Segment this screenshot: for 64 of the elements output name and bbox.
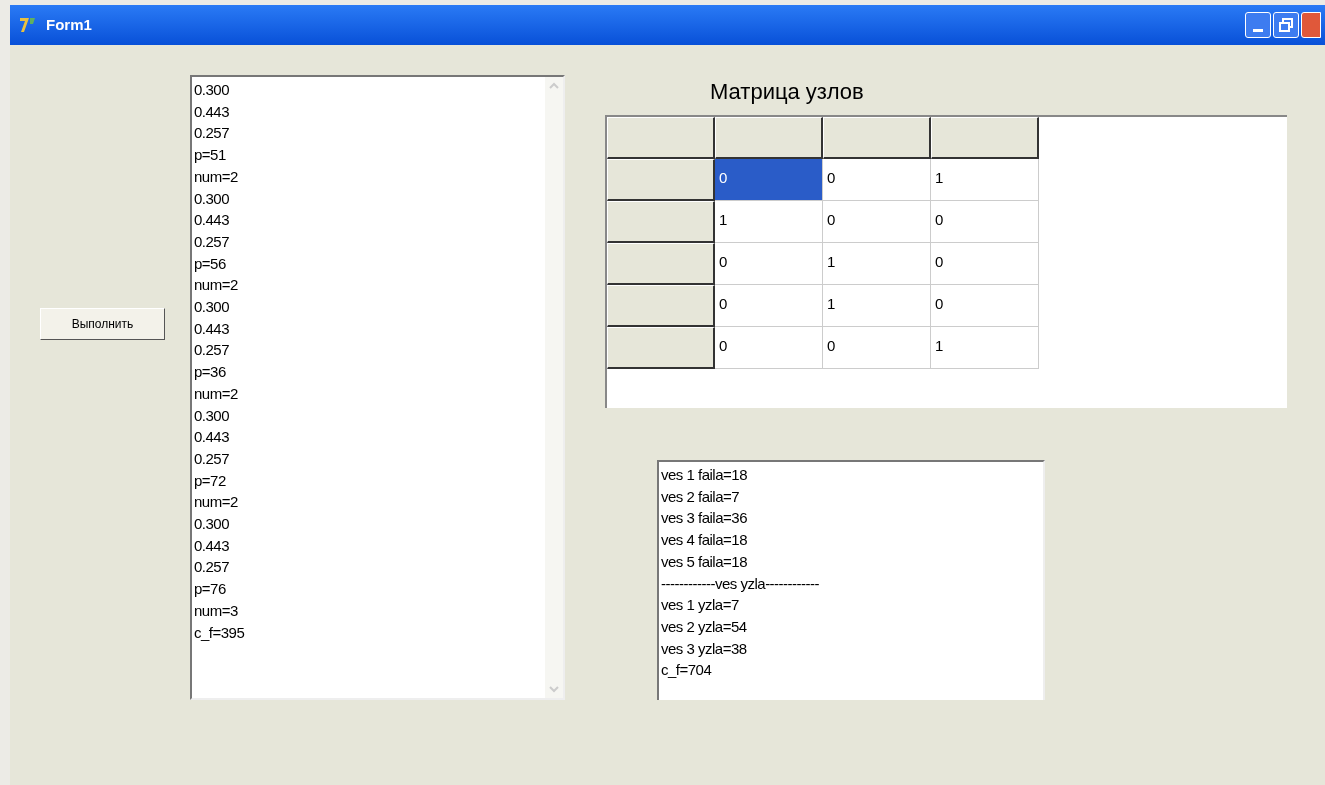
close-button[interactable] [1301, 12, 1321, 38]
memo-line: num=3 [194, 600, 238, 621]
memo-line: 0.257 [194, 231, 230, 252]
restore-button[interactable] [1273, 12, 1299, 38]
memo-line: ves 2 yzla=54 [661, 616, 747, 637]
memo-line: num=2 [194, 275, 238, 296]
result-memo[interactable]: ves 1 faila=18 ves 2 faila=7 ves 3 faila=36 ves 4 faila=18 ves 5 faila=18 ------------ves yzla------------ ves 1 yzla=7 ves 2 yzla=54 ves 3 yzla=38 c_f=704 [657, 460, 1045, 700]
memo-line: p=76 [194, 579, 226, 600]
memo-line: 0.300 [194, 405, 230, 426]
minimize-icon [1253, 29, 1263, 33]
memo-line: 0.443 [194, 427, 230, 448]
matrix-cell[interactable]: 0 [715, 159, 823, 201]
matrix-cell[interactable]: 0 [931, 243, 1039, 285]
memo-line: 0.300 [194, 297, 230, 318]
memo-line: p=36 [194, 362, 226, 383]
matrix-cell[interactable]: 1 [823, 285, 931, 327]
memo-line: ------------ves yzla------------ [661, 573, 820, 594]
app-icon [18, 15, 38, 35]
window-title: Form1 [46, 14, 92, 35]
memo-line: 0.257 [194, 557, 230, 578]
memo-line: p=51 [194, 145, 226, 166]
memo-line: 0.300 [194, 188, 230, 209]
memo-line: 0.443 [194, 535, 230, 556]
matrix-title: Матрица узлов [710, 78, 865, 106]
memo-line: 0.443 [194, 101, 230, 122]
matrix-cell[interactable]: 0 [823, 327, 931, 369]
memo-line: ves 5 faila=18 [661, 551, 747, 572]
scrollbar[interactable] [545, 77, 563, 698]
memo-line: c_f=704 [661, 660, 712, 681]
memo-line: 0.300 [194, 80, 230, 100]
memo-line: 0.300 [194, 514, 230, 535]
memo-line: ves 1 faila=18 [661, 465, 747, 485]
matrix-cell[interactable]: 0 [931, 285, 1039, 327]
memo-line: 0.443 [194, 210, 230, 231]
memo-line: ves 1 yzla=7 [661, 595, 739, 616]
matrix-cell[interactable]: 0 [823, 201, 931, 243]
matrix-cell[interactable]: 1 [931, 327, 1039, 369]
matrix-cell[interactable]: 1 [715, 201, 823, 243]
memo-line: num=2 [194, 166, 238, 187]
matrix-cell[interactable]: 1 [823, 243, 931, 285]
memo-line: num=2 [194, 492, 238, 513]
memo-line: ves 3 yzla=38 [661, 638, 747, 659]
run-button[interactable]: Выполнить [40, 308, 165, 340]
memo-line: num=2 [194, 383, 238, 404]
restore-icon [1279, 18, 1293, 32]
memo-line: 0.257 [194, 448, 230, 469]
memo-line: ves 4 faila=18 [661, 530, 747, 551]
output-memo[interactable]: 0.300 0.443 0.257 p=51 num=2 0.300 0.443 0.257 p=56 num=2 0.300 0.443 0.257 p=36 num=2 0.300 0.443 0.257 p=72 num=2 0.300 0.443 0.257 p=76 num=3 c_f=395 [190, 75, 565, 700]
memo-line: p=72 [194, 470, 226, 491]
memo-line: 0.257 [194, 123, 230, 144]
matrix-cell[interactable]: 0 [931, 201, 1039, 243]
matrix-cell[interactable]: 0 [715, 285, 823, 327]
memo-line: ves 3 faila=36 [661, 508, 747, 529]
minimize-button[interactable] [1245, 12, 1271, 38]
matrix-cell[interactable]: 0 [715, 243, 823, 285]
matrix-cell[interactable]: 0 [823, 159, 931, 201]
memo-line: ves 2 faila=7 [661, 486, 740, 507]
memo-line: p=56 [194, 253, 226, 274]
matrix-grid[interactable]: 0 0 1 1 0 0 0 1 0 0 1 0 0 0 1 [605, 115, 1287, 408]
memo-line: 0.257 [194, 340, 230, 361]
matrix-cell[interactable]: 0 [715, 327, 823, 369]
memo-line: 0.443 [194, 318, 230, 339]
matrix-cell[interactable]: 1 [931, 159, 1039, 201]
memo-line: c_f=395 [194, 622, 245, 643]
